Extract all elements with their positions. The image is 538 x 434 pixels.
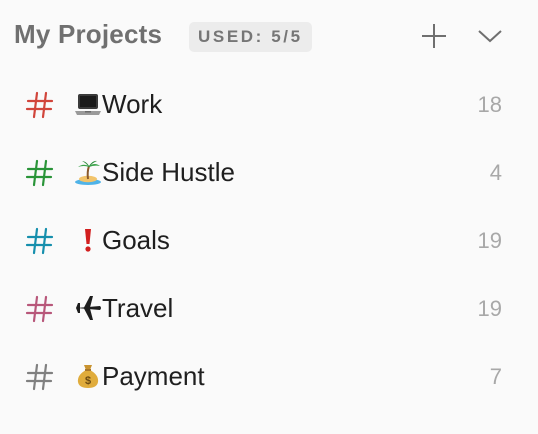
project-name: Goals [102, 225, 170, 255]
projects-header: My Projects USED: 5/5 [0, 0, 538, 70]
task-count: 18 [477, 92, 502, 117]
exclamation-icon [85, 229, 91, 252]
hash-icon [25, 295, 54, 323]
hash-icon [25, 91, 54, 119]
plus-icon [422, 24, 446, 48]
laptop-icon [75, 94, 101, 115]
money-bag-icon: $ [77, 365, 99, 388]
project-list: Work 18 Side Hustle 4 Goals 19 Travel 19… [0, 70, 538, 410]
hash-icon [25, 227, 54, 255]
project-item-goals[interactable]: Goals 19 [0, 206, 538, 274]
task-count: 19 [477, 296, 502, 321]
usage-badge: USED: 5/5 [189, 22, 312, 52]
hash-icon [25, 159, 54, 187]
svg-text:$: $ [85, 375, 91, 387]
chevron-down-icon [478, 30, 502, 43]
project-name: Travel [102, 293, 174, 323]
island-icon [75, 160, 101, 185]
task-count: 7 [489, 364, 502, 389]
hash-icon [25, 363, 54, 391]
project-item-side-hustle[interactable]: Side Hustle 4 [0, 138, 538, 206]
task-count: 19 [477, 228, 502, 253]
collapse-projects-button[interactable] [470, 16, 510, 56]
project-name: Side Hustle [102, 157, 235, 187]
task-count: 4 [489, 160, 502, 185]
project-name: Work [102, 89, 163, 119]
section-title[interactable]: My Projects [14, 19, 162, 50]
add-project-button[interactable] [414, 16, 454, 56]
project-name: Payment [102, 361, 205, 391]
airplane-icon [76, 296, 101, 320]
project-item-work[interactable]: Work 18 [0, 70, 538, 138]
project-item-payment[interactable]: $ Payment 7 [0, 342, 538, 410]
project-item-travel[interactable]: Travel 19 [0, 274, 538, 342]
projects-panel: My Projects USED: 5/5 Work 18 Side Hustl… [0, 0, 538, 434]
